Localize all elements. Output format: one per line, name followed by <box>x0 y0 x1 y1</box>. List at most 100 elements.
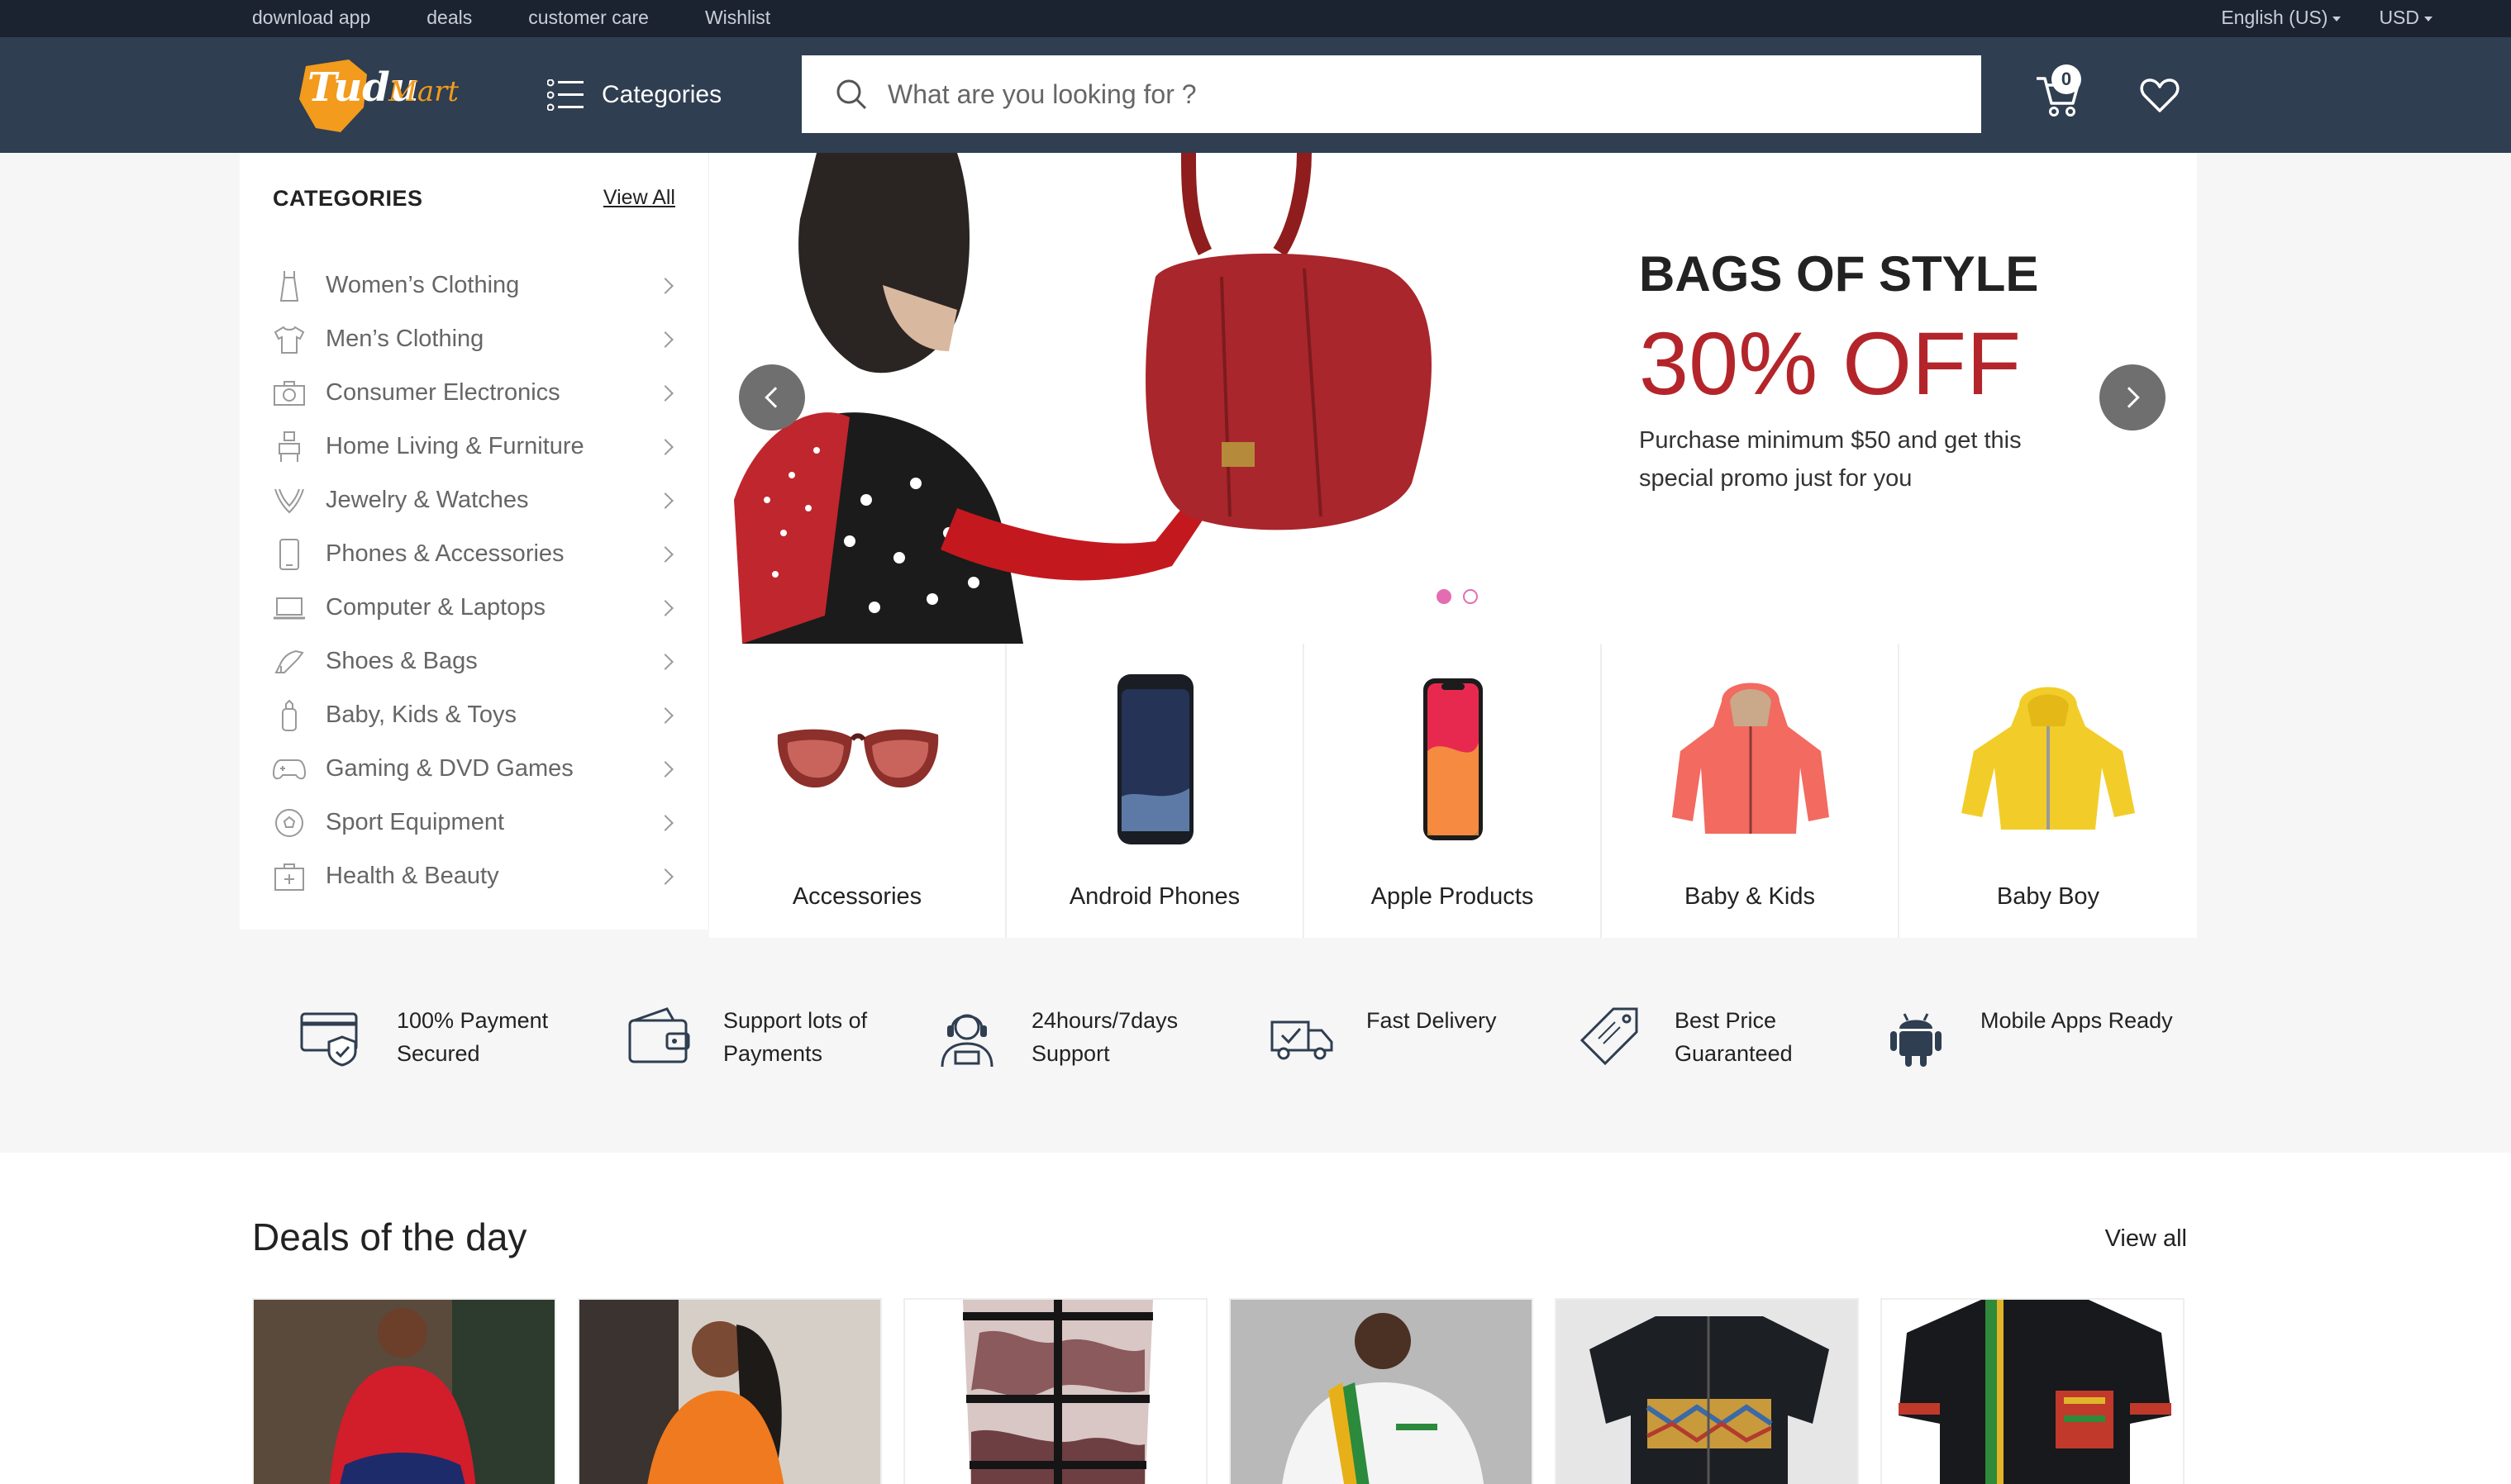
bottle-icon <box>273 699 306 732</box>
sunglasses-image <box>759 668 957 850</box>
deal-image <box>1882 1300 2183 1484</box>
deals-title: Deals of the day <box>252 1215 527 1258</box>
list-icon <box>547 79 584 111</box>
search-input[interactable] <box>888 78 1880 110</box>
tile-apple-products[interactable]: Apple Products <box>1304 644 1602 938</box>
search-icon[interactable] <box>835 78 868 111</box>
locale-controls: English (US) USD <box>2221 7 2432 29</box>
banner-description: Purchase minimum $50 and get this specia… <box>1639 427 2022 492</box>
gamepad-icon <box>273 753 306 786</box>
ball-icon <box>273 806 306 840</box>
necklace-icon <box>273 484 306 517</box>
deal-card[interactable] <box>252 1298 556 1484</box>
svg-text:Mart: Mart <box>388 75 459 108</box>
truck-icon <box>1270 1020 1333 1060</box>
tile-accessories[interactable]: Accessories <box>709 644 1007 938</box>
language-select[interactable]: English (US) <box>2221 7 2342 29</box>
chevron-right-icon <box>657 438 674 455</box>
chevron-right-icon <box>657 653 674 670</box>
android-phone-image <box>1056 668 1255 850</box>
sidebar-item-mens-clothing[interactable]: Men’s Clothing <box>273 312 678 366</box>
banner-title: BAGS OF STYLE <box>1639 246 2039 302</box>
deals-view-all-link[interactable]: View all <box>2105 1225 2187 1253</box>
banner-prev-button[interactable] <box>739 364 805 430</box>
deal-card[interactable] <box>1880 1298 2185 1484</box>
hero-banner[interactable]: BAGS OF STYLE 30% OFF Purchase minimum $… <box>709 153 2197 644</box>
site-logo[interactable]: Tudu Mart <box>291 50 469 140</box>
furniture-icon <box>273 430 306 464</box>
wishlist-link[interactable]: Wishlist <box>705 7 770 29</box>
chevron-right-icon <box>657 492 674 509</box>
price-tag-icon <box>1580 1007 1638 1066</box>
yellow-jacket-image <box>1949 668 2147 850</box>
tile-baby-boy[interactable]: Baby Boy <box>1899 644 2197 938</box>
tile-baby-kids[interactable]: Baby & Kids <box>1602 644 1899 938</box>
deal-image <box>905 1300 1206 1484</box>
sidebar-item-sport-equipment[interactable]: Sport Equipment <box>273 796 678 849</box>
slide-dot-1[interactable] <box>1437 589 1451 604</box>
customer-care-link[interactable]: customer care <box>528 7 649 29</box>
caret-down-icon <box>2332 16 2342 21</box>
caret-down-icon <box>2424 16 2432 21</box>
logo-icon: Tudu Mart <box>299 59 459 132</box>
support-agent-icon <box>941 1014 993 1068</box>
sidebar-item-shoes-bags[interactable]: Shoes & Bags <box>273 635 678 688</box>
view-all-categories-link[interactable]: View All <box>603 186 675 210</box>
categories-button[interactable]: Categories <box>547 74 722 116</box>
download-app-link[interactable]: download app <box>252 7 370 29</box>
sidebar-title: CATEGORIES <box>273 186 423 211</box>
sidebar-item-consumer-electronics[interactable]: Consumer Electronics <box>273 366 678 420</box>
phone-icon <box>273 538 306 571</box>
feature-support: 24hours/7days Support <box>934 1004 1230 1070</box>
chevron-right-icon <box>657 277 674 294</box>
deals-row <box>252 1298 2185 1484</box>
chevron-right-icon <box>657 331 674 348</box>
feature-payment-secured: 100% Payment Secured <box>299 1004 595 1070</box>
iphone-image <box>1354 668 1552 850</box>
cart-count-badge: 0 <box>2051 64 2081 94</box>
deals-section: Deals of the day View all <box>0 1153 2511 1484</box>
chevron-left-icon <box>765 387 786 408</box>
feature-payments: Support lots of Payments <box>626 1004 922 1070</box>
deal-card[interactable] <box>578 1298 882 1484</box>
banner-discount: 30% OFF <box>1639 313 2022 413</box>
deal-image <box>579 1300 880 1484</box>
top-links: download app deals customer care Wishlis… <box>252 7 770 29</box>
banner-next-button[interactable] <box>2099 364 2166 430</box>
tile-label: Baby & Kids <box>1684 883 1815 910</box>
slide-dot-2[interactable] <box>1463 589 1478 604</box>
dress-icon <box>273 269 306 302</box>
tile-label: Android Phones <box>1069 883 1241 910</box>
feature-text: Support lots of Payments <box>723 1008 868 1066</box>
sidebar-item-phones-accessories[interactable]: Phones & Accessories <box>273 527 678 581</box>
feature-text: 100% Payment Secured <box>397 1008 549 1066</box>
shirt-icon <box>273 323 306 356</box>
banner-image <box>726 153 1602 644</box>
laptop-icon <box>273 592 306 625</box>
sidebar-item-gaming[interactable]: Gaming & DVD Games <box>273 742 678 796</box>
sidebar-item-jewelry-watches[interactable]: Jewelry & Watches <box>273 473 678 527</box>
sidebar-item-baby-kids-toys[interactable]: Baby, Kids & Toys <box>273 688 678 742</box>
sidebar-item-womens-clothing[interactable]: Women’s Clothing <box>273 259 678 312</box>
android-icon <box>1890 1013 1942 1067</box>
sidebar-item-home-living[interactable]: Home Living & Furniture <box>273 420 678 473</box>
feature-delivery: Fast Delivery <box>1269 1004 1565 1070</box>
category-tiles: Accessories Android Phones Apple Product… <box>709 644 2197 938</box>
sidebar-item-computer-laptops[interactable]: Computer & Laptops <box>273 581 678 635</box>
deal-card[interactable] <box>1229 1298 1533 1484</box>
deal-image <box>254 1300 555 1484</box>
deals-link[interactable]: deals <box>426 7 472 29</box>
feature-text: Best Price Guaranteed <box>1675 1008 1793 1066</box>
tile-android-phones[interactable]: Android Phones <box>1007 644 1304 938</box>
secure-card-icon <box>300 1012 358 1067</box>
sidebar-item-health-beauty[interactable]: Health & Beauty <box>273 849 678 903</box>
currency-select[interactable]: USD <box>2379 7 2432 29</box>
wallet-icon <box>628 1007 690 1063</box>
heart-icon[interactable] <box>2139 74 2180 116</box>
deal-card[interactable] <box>1555 1298 1859 1484</box>
heel-icon <box>273 645 306 678</box>
feature-text: 24hours/7days Support <box>1032 1008 1179 1066</box>
deal-card[interactable] <box>903 1298 1208 1484</box>
pink-jacket-image <box>1651 668 1850 850</box>
tile-label: Baby Boy <box>1996 883 2100 910</box>
